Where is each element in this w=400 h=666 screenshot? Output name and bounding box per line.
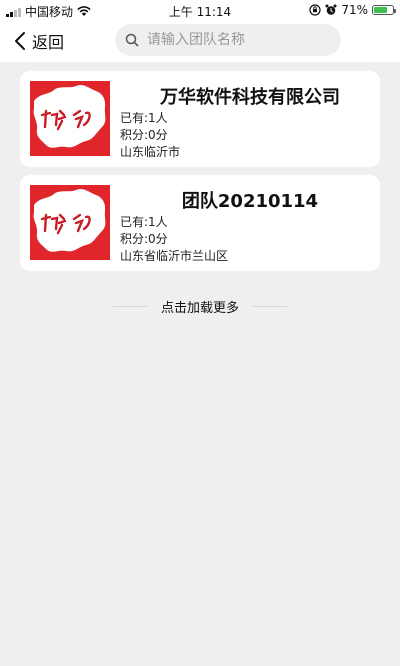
divider-line (253, 305, 287, 307)
search-box[interactable] (115, 24, 341, 56)
orientation-lock-icon (309, 4, 321, 16)
battery-icon (372, 5, 396, 15)
load-more-row: 点击加载更多 (0, 296, 400, 316)
team-card[interactable]: 万华软件科技有限公司 已有:1人 积分:0分 山东临沂市 (20, 71, 380, 167)
team-logo-image (30, 185, 110, 260)
team-name: 团队20210114 (181, 191, 319, 212)
chevron-left-icon (15, 32, 25, 50)
team-points: 积分:0分 (120, 232, 168, 246)
team-name: 万华软件科技有限公司 (160, 87, 340, 108)
search-icon (125, 33, 139, 47)
battery-percent: 71% (341, 3, 368, 17)
load-more-button[interactable]: 点击加载更多 (161, 297, 239, 316)
divider-line (112, 305, 147, 307)
search-input[interactable] (145, 31, 329, 49)
battery-fill (374, 7, 387, 13)
status-bar: 中国移动 上午 11:14 71% (0, 0, 400, 20)
team-location: 山东临沂市 (120, 145, 181, 159)
team-location: 山东省临沂市兰山区 (120, 249, 229, 263)
back-label: 返回 (32, 33, 65, 52)
team-logo-image (30, 81, 110, 156)
team-card[interactable]: 团队20210114 已有:1人 积分:0分 山东省临沂市兰山区 (20, 175, 380, 271)
back-button[interactable]: 返回 (14, 28, 64, 54)
alarm-icon (325, 4, 337, 15)
team-members: 已有:1人 (120, 215, 168, 229)
nav-bar: 返回 (0, 20, 400, 62)
team-members: 已有:1人 (120, 111, 168, 125)
status-right: 71% (309, 3, 396, 17)
team-points: 积分:0分 (120, 128, 168, 142)
